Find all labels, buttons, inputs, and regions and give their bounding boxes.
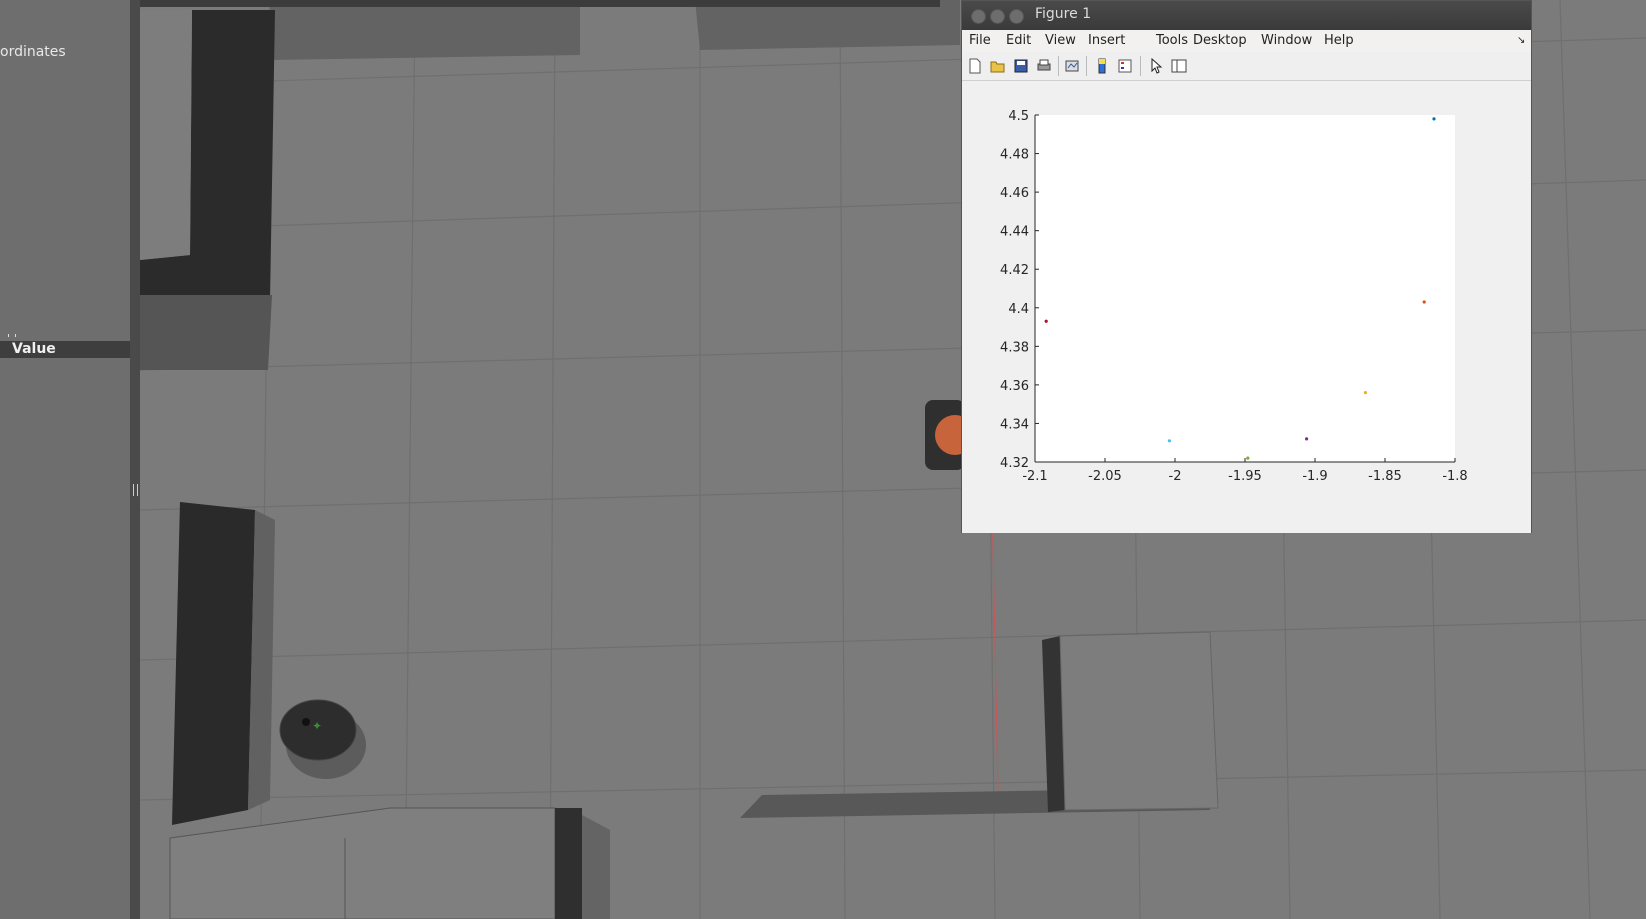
wall <box>140 295 272 370</box>
x-tick-label: -1.9 <box>1302 469 1327 484</box>
x-tick-label: -2.05 <box>1088 469 1122 484</box>
figure-titlebar[interactable]: Figure 1 <box>962 1 1531 30</box>
y-tick-label: 4.36 <box>1000 379 1029 394</box>
y-tick-label: 4.32 <box>1000 456 1029 471</box>
insert-colorbar-icon[interactable] <box>1094 58 1110 74</box>
toolbar-separator <box>1058 56 1059 76</box>
data-point <box>1422 300 1426 304</box>
panel-splitter[interactable] <box>130 0 140 919</box>
maximize-icon[interactable] <box>1009 9 1024 24</box>
edit-plot-icon[interactable] <box>1148 58 1164 74</box>
box <box>1059 631 1219 811</box>
box-side <box>555 808 582 919</box>
y-tick-label: 4.4 <box>1008 302 1029 317</box>
toolbar-strip <box>140 0 940 7</box>
y-tick-label: 4.48 <box>1000 148 1029 163</box>
wall-top <box>140 10 192 260</box>
menu-help[interactable]: Help <box>1324 33 1354 48</box>
figure-toolbar <box>962 52 1531 81</box>
minimize-icon[interactable] <box>990 9 1005 24</box>
x-tick-label: -1.85 <box>1368 469 1402 484</box>
print-icon[interactable] <box>1036 58 1052 74</box>
x-tick-label: -2.1 <box>1022 469 1047 484</box>
grid-line <box>140 619 1646 661</box>
menu-tools[interactable]: Tools <box>1156 33 1188 48</box>
x-tick-label: -1.8 <box>1442 469 1467 484</box>
resize-handle[interactable] <box>8 334 16 337</box>
value-column-header[interactable]: Value <box>0 341 130 358</box>
menu-file[interactable]: File <box>969 33 991 48</box>
x-tick-label: -2 <box>1169 469 1182 484</box>
splitter-grip-icon[interactable] <box>133 484 138 496</box>
data-point <box>1305 437 1309 441</box>
toolbar-separator <box>1086 56 1087 76</box>
coordinates-label: ordinates <box>0 44 66 60</box>
robot-sensor <box>302 718 310 726</box>
data-point <box>1363 391 1367 395</box>
property-inspector-icon[interactable] <box>1171 58 1187 74</box>
x-tick-label: -1.95 <box>1228 469 1262 484</box>
save-icon[interactable] <box>1013 58 1029 74</box>
y-tick-label: 4.38 <box>1000 340 1029 355</box>
grid-line <box>549 0 556 919</box>
menu-view[interactable]: View <box>1045 33 1076 48</box>
plot-area[interactable]: -2.1 -2.05 -2 -1.95 -1.9 -1.85 -1.8 4.32 4.34 4.3… <box>962 81 1531 533</box>
wall-shadow <box>582 815 610 919</box>
grid-line <box>839 0 846 919</box>
data-point <box>1432 117 1436 121</box>
menu-edit[interactable]: Edit <box>1006 33 1031 48</box>
link-plot-icon[interactable] <box>1064 58 1080 74</box>
menu-insert[interactable]: Insert <box>1088 33 1125 48</box>
dock-arrow-icon[interactable]: ↘ <box>1517 35 1525 46</box>
y-tick-label: 4.44 <box>1000 225 1029 240</box>
axes-background <box>1035 115 1455 462</box>
robot-logo: ✦ <box>312 719 322 733</box>
insert-legend-icon[interactable] <box>1117 58 1133 74</box>
wall <box>172 502 255 825</box>
y-tick-label: 4.5 <box>1008 109 1029 124</box>
data-point <box>1246 456 1250 460</box>
y-tick-label: 4.42 <box>1000 263 1029 278</box>
wall-shadow <box>695 0 960 50</box>
open-file-icon[interactable] <box>990 58 1006 74</box>
wall-shadow <box>270 0 580 60</box>
left-panel: ordinates Value <box>0 0 130 919</box>
menu-window[interactable]: Window <box>1261 33 1312 48</box>
menu-bar: File Edit View Insert Tools Desktop Wind… <box>962 30 1531 52</box>
box <box>169 807 556 919</box>
data-point <box>1044 319 1048 323</box>
scatter-chart[interactable]: -2.1 -2.05 -2 -1.95 -1.9 -1.85 -1.8 4.32 4.34 4.3… <box>962 81 1531 533</box>
y-tick-label: 4.34 <box>1000 417 1029 432</box>
figure-window[interactable]: Figure 1 File Edit View Insert Tools Des… <box>961 0 1532 533</box>
new-figure-icon[interactable] <box>967 58 983 74</box>
y-tick-label: 4.46 <box>1000 186 1029 201</box>
figure-title: Figure 1 <box>1035 6 1092 22</box>
toolbar-separator <box>1140 56 1141 76</box>
grid-line <box>1559 0 1591 919</box>
menu-desktop[interactable]: Desktop <box>1193 33 1247 48</box>
close-icon[interactable] <box>971 9 986 24</box>
data-point <box>1167 439 1171 443</box>
grid-line <box>404 0 416 919</box>
